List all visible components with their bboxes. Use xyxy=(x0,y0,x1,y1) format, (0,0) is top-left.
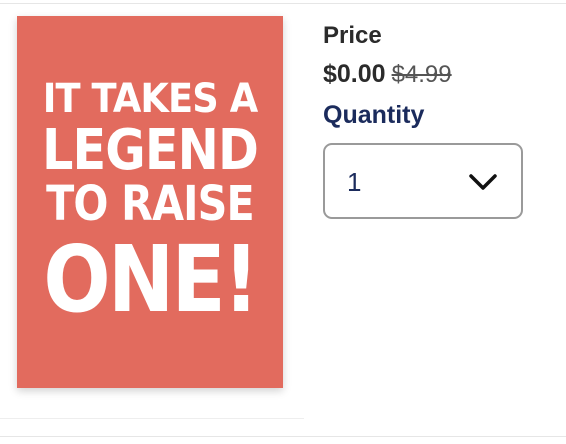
chevron-down-icon xyxy=(469,174,497,190)
quantity-select[interactable]: 1 xyxy=(323,143,523,219)
card-text-line-4: ONE! xyxy=(43,226,259,333)
top-divider xyxy=(0,3,566,4)
card-artwork: IT TAKES A LEGEND TO RAISE ONE! xyxy=(17,16,283,388)
quantity-selected-value: 1 xyxy=(347,167,362,197)
card-bottom-divider xyxy=(0,418,304,419)
product-card-image[interactable]: IT TAKES A LEGEND TO RAISE ONE! xyxy=(17,16,283,388)
product-detail-page: IT TAKES A LEGEND TO RAISE ONE! Price $0… xyxy=(0,0,566,444)
original-price: $4.99 xyxy=(391,61,452,88)
current-price: $0.00 xyxy=(323,60,386,88)
card-text-line-3: TO RAISE xyxy=(46,176,255,232)
price-row: $0.00 $4.99 xyxy=(323,60,452,89)
card-text-line-2: LEGEND xyxy=(41,118,259,183)
bottom-divider xyxy=(0,436,566,437)
quantity-label: Quantity xyxy=(323,101,425,129)
price-label: Price xyxy=(323,22,382,49)
card-text-line-1: IT TAKES A xyxy=(42,76,259,122)
